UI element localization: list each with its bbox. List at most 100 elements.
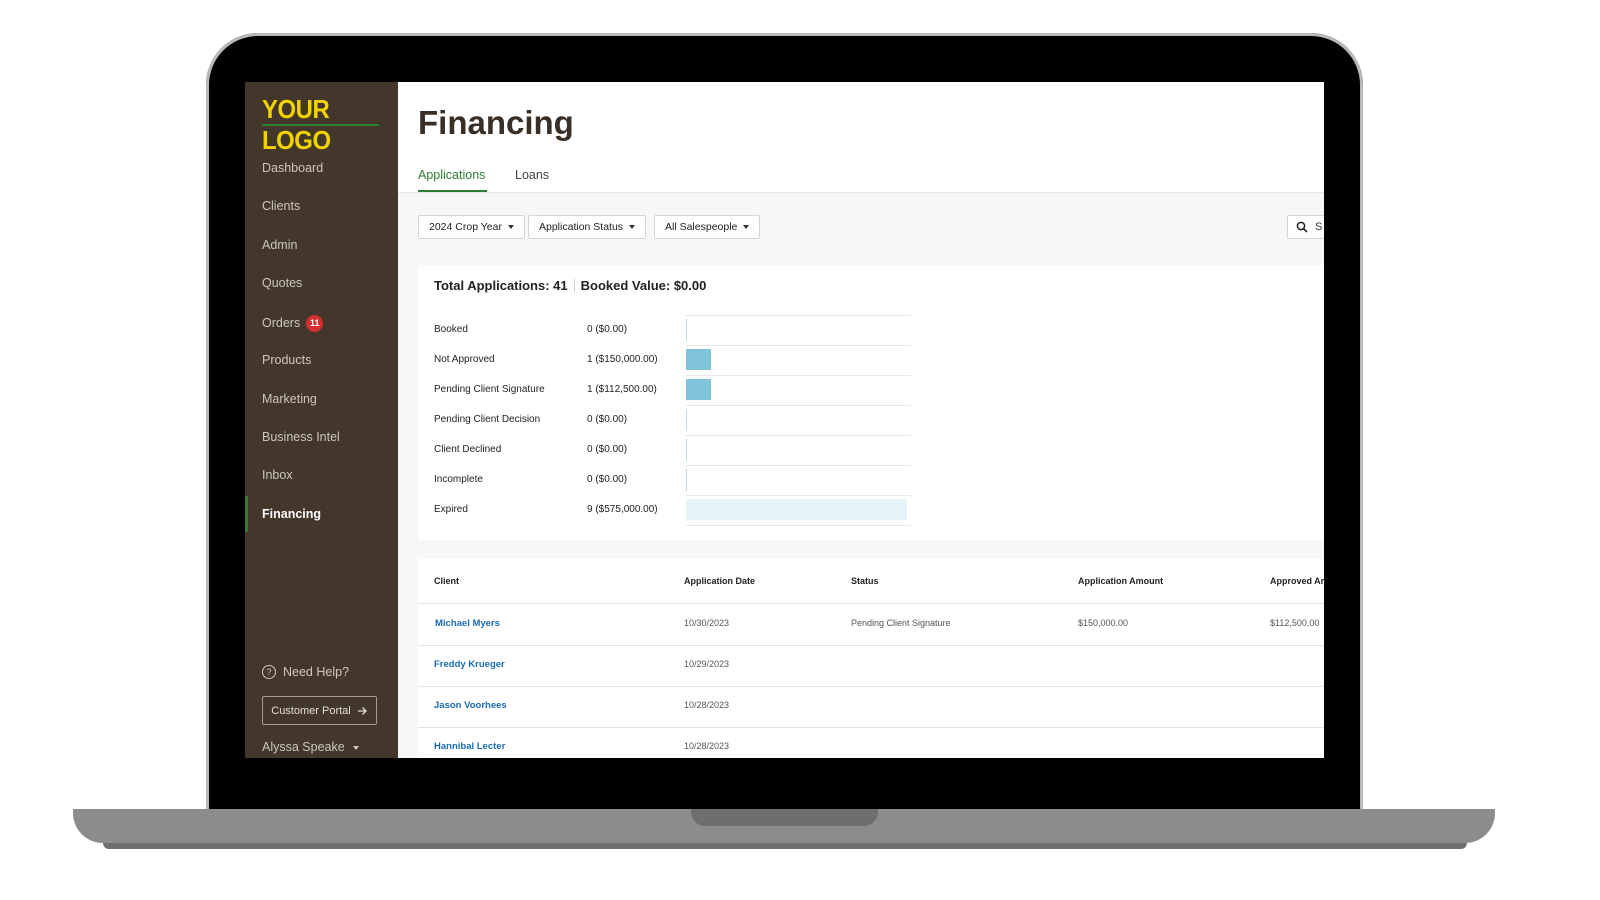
sidebar-item-quotes[interactable]: Quotes [262, 276, 302, 290]
table-row[interactable]: Freddy Krueger 10/29/2023 [418, 645, 1324, 687]
page-header: Financing Applications Loans [398, 82, 1324, 193]
app-screen: YOUR LOGO Dashboard Clients Admin Quotes… [245, 82, 1324, 758]
status-label: Expired [434, 504, 468, 515]
status-bar-empty [686, 319, 687, 341]
tab-applications[interactable]: Applications [418, 168, 485, 182]
status-bar-empty [686, 469, 687, 491]
active-indicator [245, 496, 248, 532]
application-date: 10/28/2023 [684, 700, 730, 710]
status-label: Pending Client Decision [434, 414, 541, 425]
status-row: Pending Client Decision 0 ($0.00) [434, 405, 914, 435]
status-bar-empty [686, 439, 687, 461]
column-header-client[interactable]: Client [434, 576, 459, 586]
application-status-dropdown[interactable]: Application Status [528, 215, 647, 239]
client-link[interactable]: Hannibal Lecter [434, 741, 505, 752]
table-row[interactable]: Jason Voorhees 10/28/2023 [418, 686, 1324, 728]
bar-gridline [686, 375, 911, 376]
status-count-value: 9 ($575,000.00) [587, 504, 658, 515]
tab-active-underline [418, 190, 487, 192]
summary-divider [573, 279, 575, 292]
need-help-link[interactable]: ? Need Help? [262, 665, 349, 679]
status-row: Client Declined 0 ($0.00) [434, 435, 914, 465]
client-link[interactable]: Freddy Krueger [434, 659, 505, 670]
laptop-base-shadow [103, 843, 1467, 849]
bar-gridline [686, 495, 911, 496]
status-label: Booked [434, 324, 468, 335]
crop-year-dropdown[interactable]: 2024 Crop Year [418, 215, 525, 239]
logo-underline [262, 124, 379, 126]
user-name: Alyssa Speake [262, 740, 345, 754]
sidebar: YOUR LOGO Dashboard Clients Admin Quotes… [245, 82, 398, 758]
chevron-down-icon [353, 745, 360, 750]
status-bar[interactable] [686, 379, 711, 400]
status-bar-empty [686, 409, 687, 431]
salespeople-dropdown[interactable]: All Salespeople [654, 215, 761, 239]
total-applications: Total Applications: 41 [434, 278, 568, 293]
applications-summary-card: Total Applications: 41 Booked Value: $0.… [418, 265, 1324, 540]
status-count-value: 0 ($0.00) [587, 414, 628, 425]
status-count-value: 1 ($150,000.00) [587, 354, 658, 365]
chevron-down-icon [629, 225, 636, 229]
bar-gridline [686, 525, 911, 526]
summary-header: Total Applications: 41 Booked Value: $0.… [434, 278, 706, 293]
column-header-status[interactable]: Status [851, 576, 879, 586]
column-header-approved-amount[interactable]: Approved Am [1270, 576, 1324, 586]
booked-value: Booked Value: $0.00 [580, 278, 707, 293]
question-circle-icon: ? [262, 665, 276, 679]
sidebar-item-financing[interactable]: Financing [262, 507, 321, 521]
main-content: Financing Applications Loans 2024 Crop Y… [398, 82, 1324, 758]
chevron-down-icon [743, 225, 750, 229]
application-status-label: Application Status [539, 221, 624, 233]
table-row[interactable]: Hannibal Lecter 10/28/2023 [418, 727, 1324, 758]
status-count-value: 0 ($0.00) [587, 474, 628, 485]
application-date: 10/28/2023 [684, 741, 730, 751]
status-row: Booked 0 ($0.00) [434, 315, 914, 345]
status-label: Incomplete [434, 474, 483, 485]
client-link[interactable]: Michael Myers [435, 618, 500, 629]
column-header-application-date[interactable]: Application Date [684, 576, 755, 586]
customer-portal-button[interactable]: Customer Portal [262, 696, 377, 725]
sidebar-item-inbox[interactable]: Inbox [262, 468, 293, 482]
status-row: Pending Client Signature 1 ($112,500.00) [434, 375, 914, 405]
bar-gridline [686, 345, 911, 346]
status-count-value: 0 ($0.00) [587, 324, 628, 335]
status-label: Client Declined [434, 444, 502, 455]
status-row: Expired 9 ($575,000.00) [434, 495, 914, 525]
laptop-notch [691, 809, 878, 826]
application-amount: $150,000.00 [1078, 618, 1129, 628]
search-input[interactable]: S [1287, 215, 1324, 239]
status-row: Incomplete 0 ($0.00) [434, 465, 914, 495]
application-date: 10/30/2023 [684, 618, 730, 628]
applications-table: Client Application Date Status Applicati… [418, 559, 1324, 758]
application-status: Pending Client Signature [851, 618, 951, 628]
sidebar-item-orders[interactable]: Orders 11 [262, 315, 324, 332]
sidebar-item-business-intel[interactable]: Business Intel [262, 430, 340, 444]
tab-loans[interactable]: Loans [515, 168, 549, 182]
status-row: Not Approved 1 ($150,000.00) [434, 345, 914, 375]
status-bar[interactable] [686, 349, 711, 370]
search-placeholder: S [1315, 221, 1323, 233]
search-icon [1296, 221, 1308, 233]
sidebar-item-clients[interactable]: Clients [262, 199, 300, 213]
status-bar[interactable] [686, 499, 907, 520]
client-link[interactable]: Jason Voorhees [434, 700, 507, 711]
user-menu[interactable]: Alyssa Speake [262, 740, 360, 754]
chevron-down-icon [507, 225, 514, 229]
status-label: Not Approved [434, 354, 495, 365]
bar-gridline [686, 435, 911, 436]
sidebar-item-admin[interactable]: Admin [262, 238, 297, 252]
table-row[interactable]: Michael Myers 10/30/2023 Pending Client … [418, 604, 1324, 646]
application-date: 10/29/2023 [684, 659, 730, 669]
sidebar-item-marketing[interactable]: Marketing [262, 392, 317, 406]
column-header-application-amount[interactable]: Application Amount [1078, 576, 1163, 586]
bar-gridline [686, 315, 911, 316]
approved-amount: $112,500.00 [1270, 618, 1320, 628]
bar-gridline [686, 465, 911, 466]
sidebar-item-label: Orders [262, 315, 301, 330]
sidebar-item-products[interactable]: Products [262, 353, 311, 367]
sidebar-item-dashboard[interactable]: Dashboard [262, 161, 323, 175]
crop-year-label: 2024 Crop Year [429, 221, 502, 233]
page-title: Financing [418, 104, 574, 141]
orders-count-badge: 11 [306, 315, 324, 332]
customer-portal-label: Customer Portal [271, 704, 351, 717]
